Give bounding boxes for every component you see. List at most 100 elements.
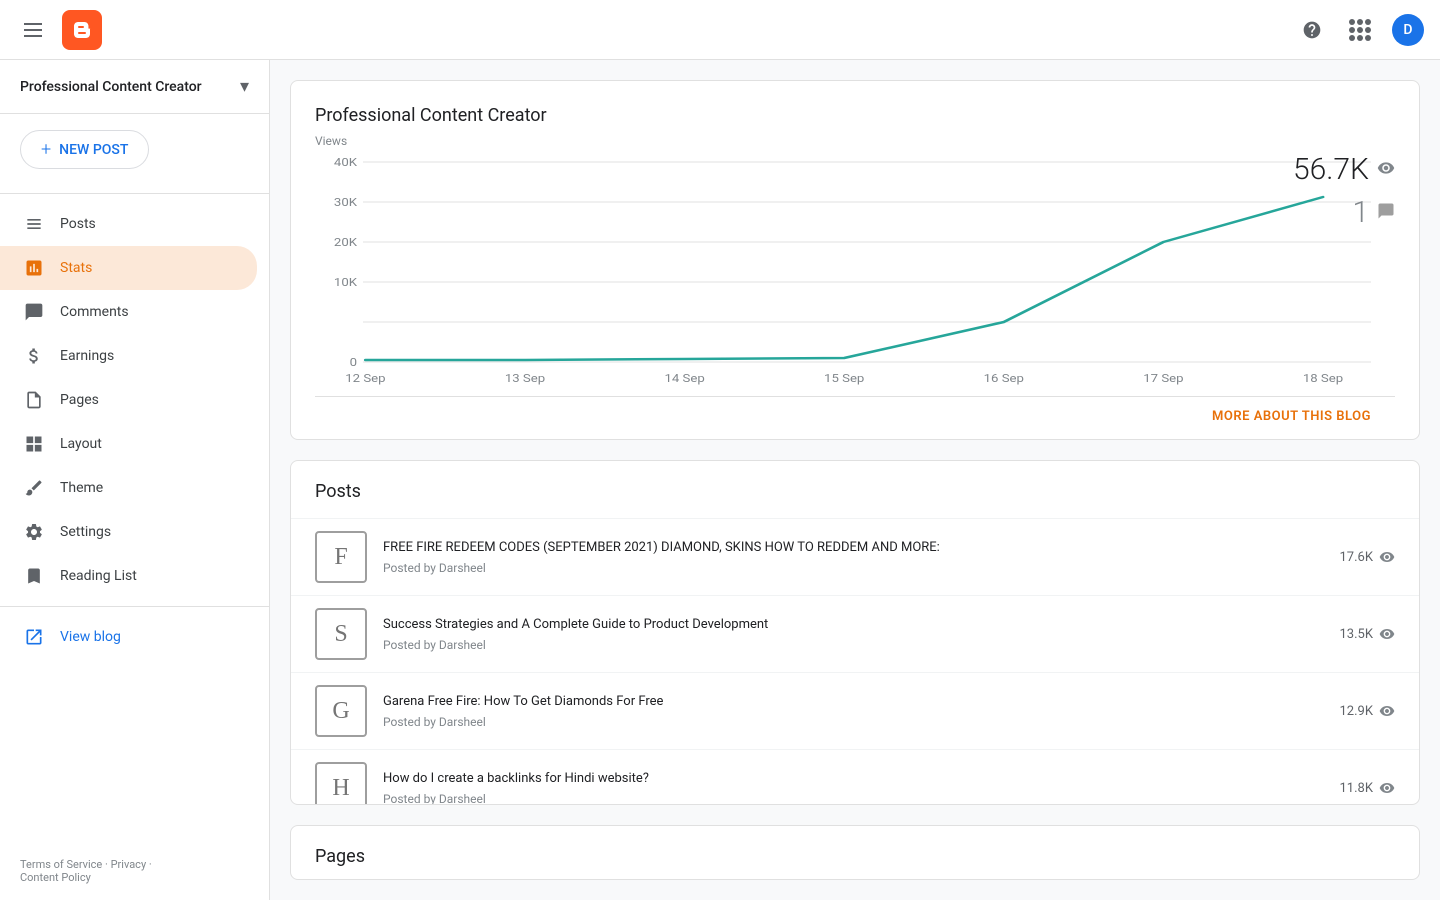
stats-chart: 40K 30K 20K 10K 0 12 Sep 13 Sep 14 Sep 1… [315,152,1395,392]
svg-text:0: 0 [350,356,358,369]
svg-text:18 Sep: 18 Sep [1303,372,1343,385]
sidebar-footer: Terms of Service · Privacy · Content Pol… [0,842,269,900]
sidebar-item-settings[interactable]: Settings [0,510,257,554]
post-title-4[interactable]: How do I create a backlinks for Hindi we… [383,770,1323,788]
stats-card: Professional Content Creator Views 40K 3… [290,80,1420,440]
posts-card-title: Posts [291,461,1419,518]
external-link-icon [24,627,44,647]
post-thumbnail-g: G [315,685,367,737]
total-comments-stat: 1 [1352,195,1395,230]
comments-label: Comments [60,304,129,320]
view-blog-label: View blog [60,629,121,645]
post-info-4: How do I create a backlinks for Hindi we… [383,770,1323,804]
post-info-2: Success Strategies and A Complete Guide … [383,616,1323,652]
content-area: Professional Content Creator Views 40K 3… [270,60,1440,900]
layout-label: Layout [60,436,102,452]
svg-text:10K: 10K [334,276,357,289]
posts-label: Posts [60,216,96,232]
blog-name: Professional Content Creator [20,79,202,95]
svg-text:12 Sep: 12 Sep [345,372,385,385]
privacy-link[interactable]: Privacy [111,858,147,871]
post-thumbnail-h: H [315,762,367,804]
total-comments-value: 1 [1352,195,1369,230]
sidebar-item-pages[interactable]: Pages [0,378,257,422]
svg-text:14 Sep: 14 Sep [664,372,704,385]
header-left [16,10,102,50]
post-title-3[interactable]: Garena Free Fire: How To Get Diamonds Fo… [383,693,1323,711]
posts-icon [24,214,44,234]
sidebar-item-earnings[interactable]: Earnings [0,334,257,378]
pages-icon [24,390,44,410]
svg-text:13 Sep: 13 Sep [505,372,545,385]
menu-button[interactable] [16,15,50,45]
apps-button[interactable] [1344,14,1376,46]
post-author-4: Posted by Darsheel [383,792,1323,804]
post-item: F FREE FIRE REDEEM CODES (SEPTEMBER 2021… [291,518,1419,595]
svg-text:30K: 30K [334,196,357,209]
chevron-down-icon: ▾ [240,76,249,97]
sidebar-item-theme[interactable]: Theme [0,466,257,510]
stats-card-title: Professional Content Creator [315,105,1395,126]
post-info-1: FREE FIRE REDEEM CODES (SEPTEMBER 2021) … [383,539,1323,575]
post-author-2: Posted by Darsheel [383,638,1323,652]
stats-label: Stats [60,260,92,276]
sidebar-item-comments[interactable]: Comments [0,290,257,334]
settings-label: Settings [60,524,111,540]
view-blog-item[interactable]: View blog [0,615,269,659]
post-thumbnail-s: S [315,608,367,660]
earnings-icon [24,346,44,366]
main-layout: Professional Content Creator ▾ + NEW POS… [0,60,1440,900]
stats-icon [24,258,44,278]
reading-list-icon [24,566,44,586]
header-right: D [1296,14,1424,46]
post-title-1[interactable]: FREE FIRE REDEEM CODES (SEPTEMBER 2021) … [383,539,1323,557]
plus-icon: + [41,139,51,160]
user-avatar[interactable]: D [1392,14,1424,46]
sidebar-divider-2 [0,606,269,607]
post-thumbnail-f: F [315,531,367,583]
comments-icon [24,302,44,322]
content-policy-link[interactable]: Content Policy [20,871,91,884]
post-info-3: Garena Free Fire: How To Get Diamonds Fo… [383,693,1323,729]
new-post-label: NEW POST [59,142,128,158]
settings-icon [24,522,44,542]
post-item: S Success Strategies and A Complete Guid… [291,595,1419,672]
blogger-logo[interactable] [62,10,102,50]
reading-list-label: Reading List [60,568,137,584]
svg-text:20K: 20K [334,236,357,249]
post-item: G Garena Free Fire: How To Get Diamonds … [291,672,1419,749]
chart-wrapper: 40K 30K 20K 10K 0 12 Sep 13 Sep 14 Sep 1… [315,152,1395,396]
post-views-4: 11.8K [1339,780,1395,796]
stats-overlay: 56.7K 1 [1293,152,1395,230]
theme-label: Theme [60,480,103,496]
blog-selector[interactable]: Professional Content Creator ▾ [0,60,269,114]
pages-card: Pages [290,825,1420,880]
post-author-1: Posted by Darsheel [383,561,1323,575]
post-views-1: 17.6K [1339,549,1395,565]
sidebar-item-reading-list[interactable]: Reading List [0,554,257,598]
posts-card: Posts F FREE FIRE REDEEM CODES (SEPTEMBE… [290,460,1420,804]
sidebar-item-stats[interactable]: Stats [0,246,257,290]
top-header: D [0,0,1440,60]
svg-text:15 Sep: 15 Sep [824,372,864,385]
svg-text:16 Sep: 16 Sep [984,372,1024,385]
views-eye-icon [1377,159,1395,181]
total-views-stat: 56.7K [1293,152,1395,187]
total-views-value: 56.7K [1293,152,1369,187]
more-about-blog-link[interactable]: MORE ABOUT THIS BLOG [1212,409,1371,424]
post-views-3: 12.9K [1339,703,1395,719]
sidebar-item-layout[interactable]: Layout [0,422,257,466]
theme-icon [24,478,44,498]
comments-bubble-icon [1377,202,1395,224]
sidebar-item-posts[interactable]: Posts [0,202,257,246]
terms-link[interactable]: Terms of Service [20,858,102,871]
post-title-2[interactable]: Success Strategies and A Complete Guide … [383,616,1323,634]
post-item: H How do I create a backlinks for Hindi … [291,749,1419,804]
help-button[interactable] [1296,14,1328,46]
new-post-button[interactable]: + NEW POST [20,130,149,169]
sidebar: Professional Content Creator ▾ + NEW POS… [0,60,270,900]
views-label: Views [315,134,1395,148]
svg-text:17 Sep: 17 Sep [1143,372,1183,385]
more-about-blog-section: MORE ABOUT THIS BLOG [315,396,1395,436]
post-author-3: Posted by Darsheel [383,715,1323,729]
